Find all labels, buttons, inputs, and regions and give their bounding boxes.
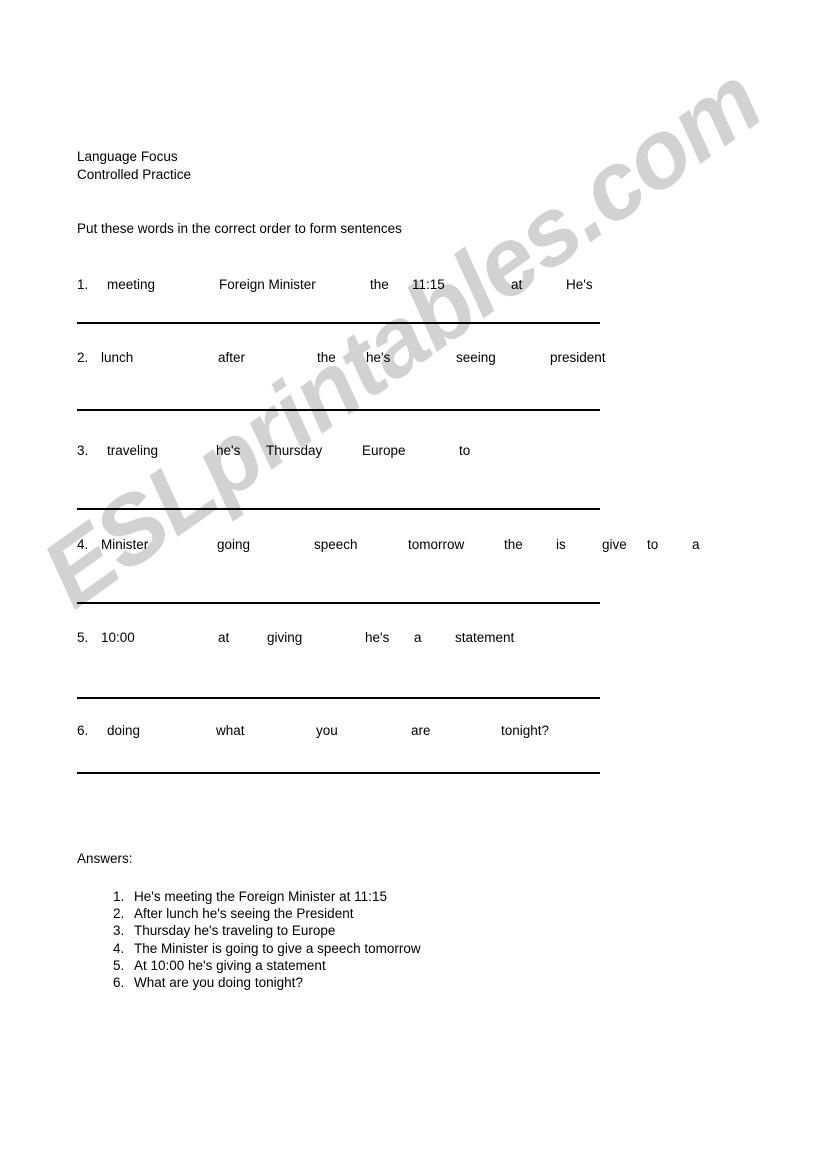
answer-line-rule [77, 602, 600, 604]
exercise-word: Foreign Minister [219, 277, 316, 292]
exercise-word: doing [107, 723, 141, 738]
exercise-word: lunch [101, 350, 134, 365]
exercise-row: 6. doing what you are tonight? [77, 723, 757, 738]
exercise-word: He's [566, 277, 593, 292]
exercise-row: 2. lunch after the he's seeing president [77, 350, 757, 365]
exercise-word: meeting [107, 277, 156, 292]
exercise-word: at [218, 630, 230, 645]
exercise-word: he's [216, 443, 241, 458]
exercise-word: the [317, 350, 336, 365]
exercise-word: are [411, 723, 431, 738]
exercise-word: the [370, 277, 389, 292]
exercise-word: is [556, 537, 566, 552]
exercise-word: Thursday [266, 443, 323, 458]
exercise-word: what [216, 723, 245, 738]
answer-item: At 10:00 he's giving a statement [128, 957, 421, 974]
exercise-row: 1. meeting Foreign Minister the 11:15 at He's [77, 277, 757, 292]
exercise-word: at [511, 277, 523, 292]
exercise-word: going [217, 537, 251, 552]
exercise-word: Minister [101, 537, 149, 552]
answer-line-rule [77, 697, 600, 699]
exercise-number: 2. [77, 350, 89, 365]
answer-item: He's meeting the Foreign Minister at 11:… [128, 888, 421, 905]
exercise-word: to [459, 443, 471, 458]
exercise-row: 5. 10:00 at giving he's a statement [77, 630, 757, 645]
answer-item: Thursday he's traveling to Europe [128, 922, 421, 939]
exercise-number: 6. [77, 723, 89, 738]
exercise-number: 5. [77, 630, 89, 645]
exercise-number: 4. [77, 537, 89, 552]
exercise-word: to [647, 537, 659, 552]
exercise-word: statement [455, 630, 515, 645]
answer-item: The Minister is going to give a speech t… [128, 940, 421, 957]
header-line-controlled-practice: Controlled Practice [77, 167, 192, 182]
exercise-number: 1. [77, 277, 89, 292]
exercise-word: after [218, 350, 246, 365]
answer-item: What are you doing tonight? [128, 974, 421, 991]
exercise-word: he's [365, 630, 390, 645]
exercise-word: traveling [107, 443, 159, 458]
answer-line-rule [77, 772, 600, 774]
exercise-number: 3. [77, 443, 89, 458]
exercise-word: you [316, 723, 338, 738]
exercise-word: a [692, 537, 700, 552]
header-line-language-focus: Language Focus [77, 149, 178, 164]
answers-heading: Answers: [77, 851, 133, 866]
exercise-word: seeing [456, 350, 496, 365]
exercise-row: 3. traveling he's Thursday Europe to [77, 443, 757, 458]
exercise-word: give [602, 537, 627, 552]
answer-item: After lunch he's seeing the President [128, 905, 421, 922]
worksheet-page: ESLprintables.com Language Focus Control… [0, 0, 826, 1169]
exercise-word: tomorrow [408, 537, 465, 552]
exercise-word: speech [314, 537, 358, 552]
exercise-word: president [550, 350, 606, 365]
exercise-word: 11:15 [412, 277, 445, 292]
exercise-row: 4. Minister going speech tomorrow the is give to… [77, 537, 757, 552]
answers-list: He's meeting the Foreign Minister at 11:… [100, 888, 421, 991]
answer-line-rule [77, 508, 600, 510]
exercise-word: a [414, 630, 422, 645]
answer-line-rule [77, 409, 600, 411]
exercise-word: he's [366, 350, 391, 365]
exercise-word: 10:00 [101, 630, 135, 645]
exercise-word: the [504, 537, 523, 552]
answer-line-rule [77, 322, 600, 324]
exercise-word: giving [267, 630, 303, 645]
exercise-word: tonight? [501, 723, 550, 738]
instruction-text: Put these words in the correct order to … [77, 221, 402, 236]
exercise-word: Europe [362, 443, 406, 458]
